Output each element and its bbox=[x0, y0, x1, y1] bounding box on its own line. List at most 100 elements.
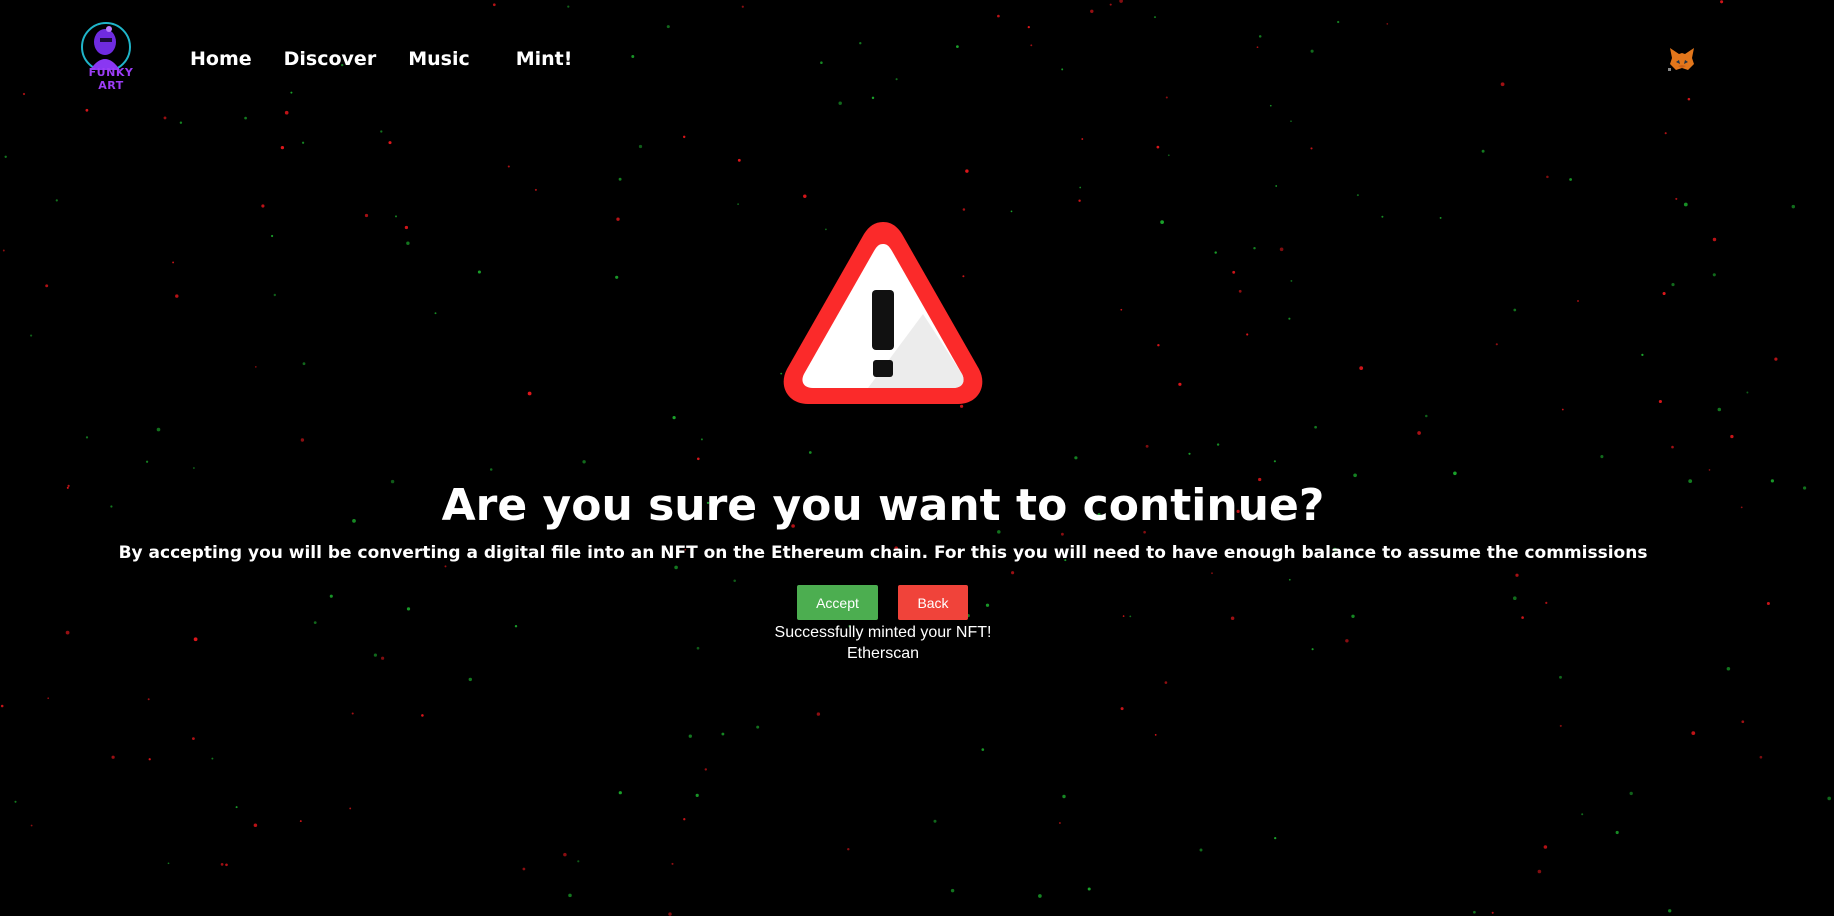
nav-link-home[interactable]: Home bbox=[190, 48, 252, 70]
star-dot bbox=[1515, 573, 1519, 577]
star-dot bbox=[1802, 486, 1807, 490]
star-dot bbox=[220, 863, 224, 866]
metamask-fox-icon[interactable] bbox=[1668, 46, 1696, 72]
star-dot bbox=[1671, 283, 1675, 287]
star-dot bbox=[1581, 813, 1584, 816]
star-dot bbox=[1537, 869, 1542, 874]
star-dot bbox=[1513, 308, 1517, 312]
star-dot bbox=[211, 757, 214, 760]
star-dot bbox=[271, 234, 274, 238]
star-dot bbox=[148, 758, 151, 761]
star-dot bbox=[1279, 247, 1284, 252]
nav-link-discover[interactable]: Discover bbox=[284, 48, 377, 70]
star-dot bbox=[1521, 616, 1524, 619]
star-dot bbox=[1381, 215, 1384, 218]
back-button[interactable]: Back bbox=[898, 585, 968, 620]
star-dot bbox=[1641, 353, 1644, 357]
star-dot bbox=[737, 158, 741, 162]
star-dot bbox=[444, 565, 447, 568]
star-dot bbox=[406, 241, 410, 245]
star-dot bbox=[1314, 425, 1317, 429]
star-dot bbox=[1160, 220, 1164, 224]
star-dot bbox=[1038, 894, 1042, 898]
star-dot bbox=[1827, 796, 1832, 801]
star-dot bbox=[1288, 317, 1291, 320]
star-dot bbox=[1010, 210, 1013, 213]
star-dot bbox=[351, 712, 354, 715]
star-dot bbox=[489, 468, 493, 471]
star-dot bbox=[280, 145, 285, 150]
star-dot bbox=[1290, 120, 1292, 123]
star-dot bbox=[688, 734, 692, 738]
star-dot bbox=[192, 467, 195, 469]
funky-art-logo[interactable]: FUNKY ART bbox=[76, 20, 146, 92]
star-dot bbox=[721, 732, 725, 736]
star-dot bbox=[179, 121, 183, 124]
star-dot bbox=[808, 451, 812, 454]
star-dot bbox=[803, 194, 807, 198]
star-dot bbox=[1062, 794, 1066, 799]
star-dot bbox=[1766, 601, 1770, 606]
nav-link-music[interactable]: Music bbox=[408, 48, 470, 70]
star-dot bbox=[1120, 707, 1124, 711]
star-dot bbox=[4, 155, 7, 158]
star-dot bbox=[1741, 720, 1745, 724]
star-dot bbox=[45, 284, 49, 288]
star-dot bbox=[147, 698, 150, 701]
star-dot bbox=[1691, 731, 1696, 735]
star-dot bbox=[638, 144, 643, 149]
star-dot bbox=[1199, 848, 1203, 852]
star-dot bbox=[434, 312, 437, 315]
star-dot bbox=[1288, 578, 1291, 581]
star-dot bbox=[1253, 246, 1256, 250]
star-dot bbox=[950, 888, 955, 893]
star-dot bbox=[1156, 145, 1160, 149]
star-dot bbox=[1545, 601, 1548, 604]
nav-links: Home Discover Music Mint! bbox=[190, 48, 572, 70]
star-dot bbox=[668, 912, 672, 916]
star-dot bbox=[47, 697, 50, 700]
star-dot bbox=[1726, 666, 1731, 671]
star-dot bbox=[172, 261, 175, 264]
star-dot bbox=[163, 116, 167, 120]
star-dot bbox=[618, 177, 622, 181]
star-dot bbox=[1453, 471, 1457, 476]
star-dot bbox=[1290, 279, 1293, 282]
warning-triangle-icon bbox=[778, 214, 988, 412]
star-dot bbox=[301, 141, 305, 144]
star-dot bbox=[582, 460, 586, 464]
star-dot bbox=[1671, 445, 1674, 449]
star-dot bbox=[380, 130, 383, 133]
star-dot bbox=[1274, 836, 1277, 840]
accept-button[interactable]: Accept bbox=[797, 585, 878, 620]
star-dot bbox=[421, 714, 424, 717]
star-dot bbox=[1246, 333, 1249, 336]
logo-text: FUNKY ART bbox=[88, 66, 134, 92]
star-dot bbox=[329, 594, 333, 598]
star-dot bbox=[1712, 237, 1717, 242]
star-dot bbox=[1600, 455, 1604, 459]
star-dot bbox=[1061, 532, 1064, 536]
star-dot bbox=[1770, 479, 1774, 483]
star-dot bbox=[1577, 300, 1579, 302]
page: FUNKY ART Home Discover Music Mint! Are … bbox=[0, 0, 1834, 916]
star-dot bbox=[1145, 444, 1149, 448]
star-dot bbox=[175, 294, 179, 298]
star-dot bbox=[1087, 887, 1091, 891]
star-dot bbox=[1167, 154, 1170, 157]
star-dot bbox=[1615, 830, 1619, 835]
star-dot bbox=[1359, 366, 1364, 370]
star-dot bbox=[1746, 391, 1749, 394]
star-dot bbox=[1513, 596, 1517, 600]
star-dot bbox=[733, 579, 736, 582]
etherscan-link[interactable]: Etherscan bbox=[847, 645, 919, 662]
star-dot bbox=[302, 362, 306, 366]
star-dot bbox=[30, 334, 33, 337]
star-dot bbox=[261, 204, 265, 208]
star-dot bbox=[145, 460, 149, 463]
star-dot bbox=[527, 391, 532, 396]
star-dot bbox=[1074, 456, 1078, 460]
mint-status-message: Successfully minted your NFT! bbox=[774, 624, 992, 641]
nav-link-mint[interactable]: Mint! bbox=[516, 48, 573, 70]
star-dot bbox=[156, 427, 161, 432]
